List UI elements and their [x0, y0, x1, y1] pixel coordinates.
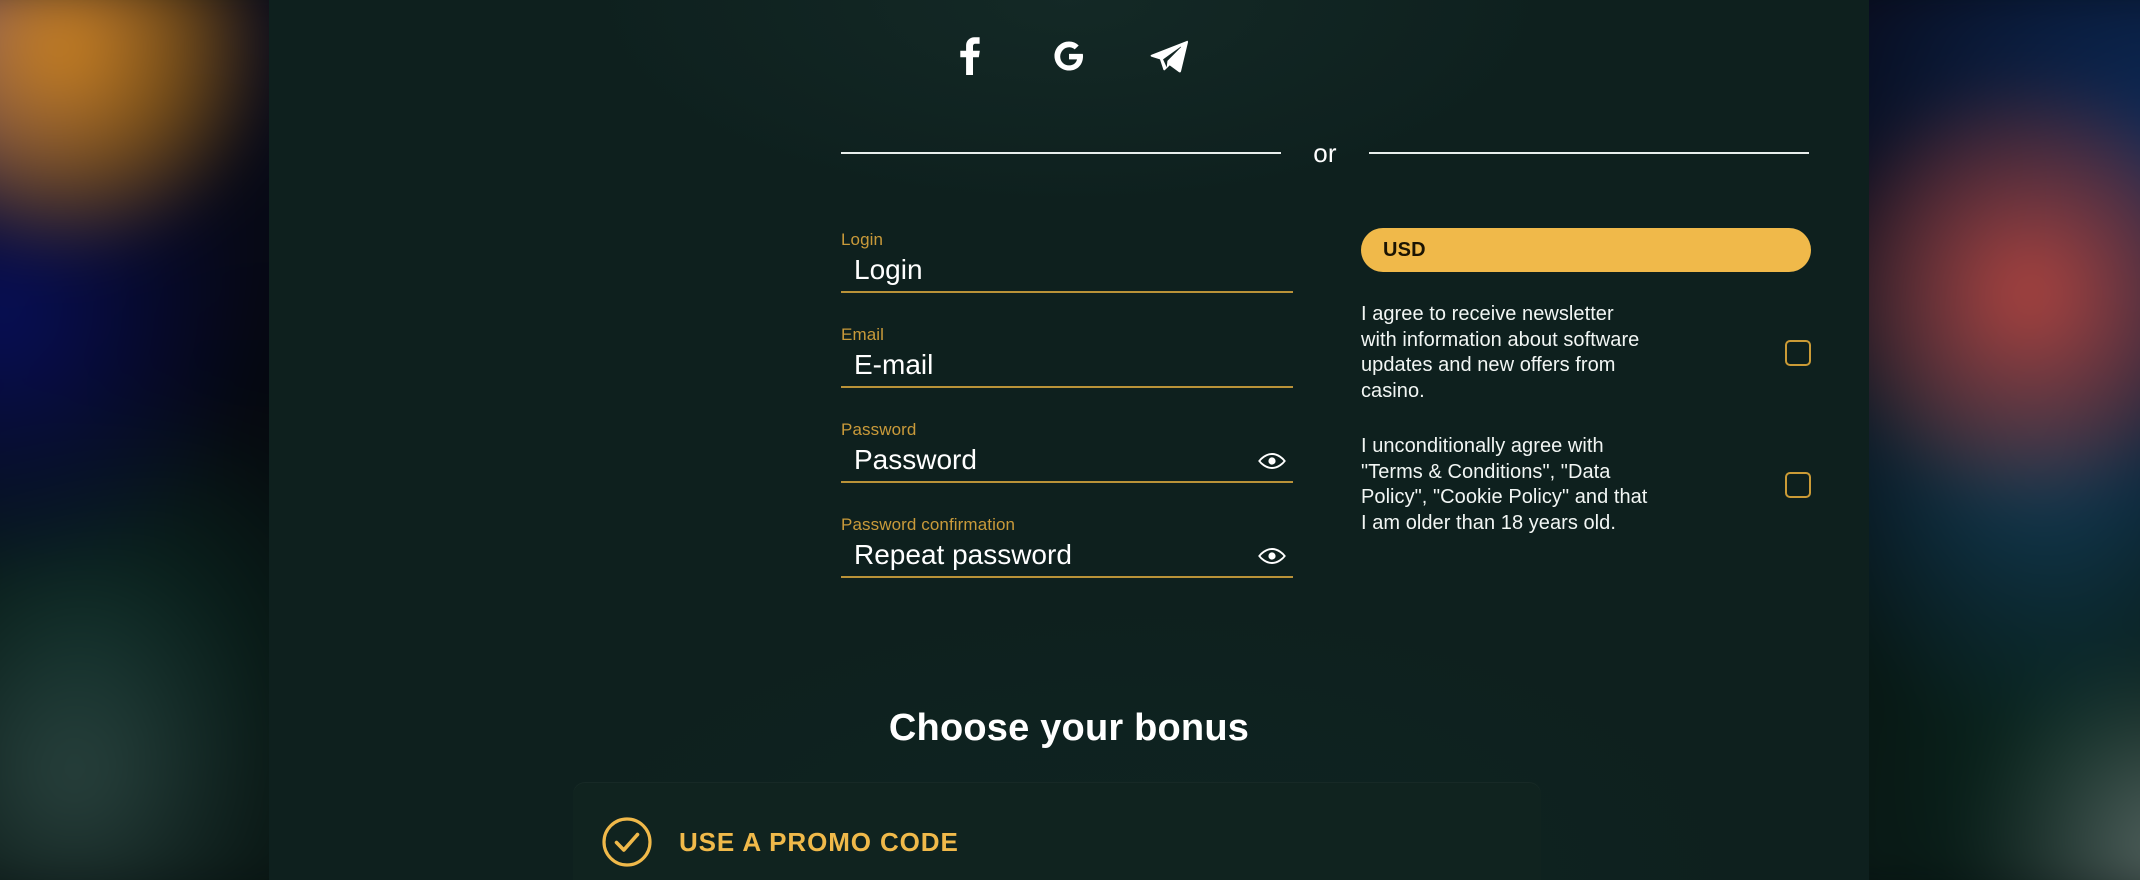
- password-field-box: [841, 443, 1293, 483]
- password-confirmation-field-box: [841, 538, 1293, 578]
- email-field-box: [841, 348, 1293, 388]
- newsletter-consent-checkbox[interactable]: [1785, 340, 1811, 366]
- field-password-confirmation: Password confirmation: [841, 513, 1293, 578]
- bonus-option-promo-code[interactable]: USE A PROMO CODE: [573, 782, 1541, 880]
- login-label: Login: [841, 230, 884, 249]
- bonus-section-heading: Choose your bonus: [888, 707, 1250, 749]
- divider-line-right: [1368, 152, 1809, 154]
- field-email: Email: [841, 323, 1293, 388]
- registration-form: Login Email Password: [841, 228, 1811, 578]
- google-login-button[interactable]: [1046, 33, 1092, 79]
- password-confirmation-input[interactable]: [841, 539, 1293, 575]
- password-input[interactable]: [841, 444, 1293, 480]
- registration-panel: or Login Email: [269, 0, 1869, 880]
- telegram-login-button[interactable]: [1146, 33, 1192, 79]
- field-login: Login: [841, 228, 1293, 293]
- registration-screen: or Login Email: [0, 0, 2140, 880]
- facebook-login-button[interactable]: [946, 33, 992, 79]
- password-visibility-toggle[interactable]: [1257, 449, 1287, 475]
- promo-code-label: USE A PROMO CODE: [679, 826, 959, 857]
- facebook-icon: [956, 36, 982, 76]
- terms-consent-text: I unconditionally agree with "Terms & Co…: [1361, 435, 1648, 534]
- divider-line-left: [841, 152, 1282, 154]
- eye-icon: [1258, 546, 1286, 569]
- check-circle-icon: [601, 816, 653, 868]
- eye-icon: [1258, 451, 1286, 474]
- telegram-icon: [1150, 39, 1188, 73]
- email-label: Email: [841, 325, 885, 344]
- social-login-row: [269, 33, 1869, 79]
- login-field-box: [841, 253, 1293, 293]
- password-confirmation-visibility-toggle[interactable]: [1257, 544, 1287, 570]
- login-input[interactable]: [841, 254, 1293, 290]
- password-label: Password: [841, 420, 917, 439]
- newsletter-consent-text: I agree to receive newsletter with infor…: [1361, 303, 1640, 402]
- form-column-right: USD I agree to receive newsletter with i…: [1361, 228, 1811, 578]
- email-input[interactable]: [841, 349, 1293, 385]
- currency-select-button[interactable]: USD: [1361, 228, 1811, 272]
- consent-row-newsletter: I agree to receive newsletter with infor…: [1361, 302, 1811, 404]
- terms-consent-checkbox[interactable]: [1785, 472, 1811, 498]
- divider-label: or: [1313, 138, 1337, 168]
- field-password: Password: [841, 418, 1293, 483]
- form-column-left: Login Email Password: [841, 228, 1293, 578]
- password-confirmation-label: Password confirmation: [841, 515, 1016, 534]
- consent-row-terms: I unconditionally agree with "Terms & Co…: [1361, 434, 1811, 536]
- google-icon: [1052, 39, 1086, 73]
- or-divider: or: [841, 140, 1809, 166]
